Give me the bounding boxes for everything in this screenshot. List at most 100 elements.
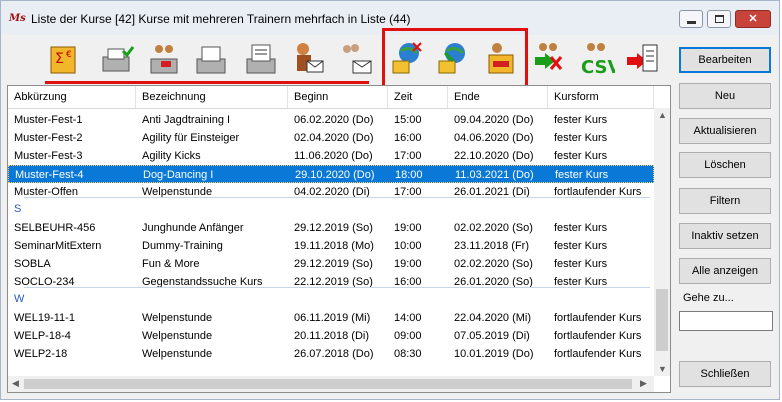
cell-abbreviation: WELP2-18: [14, 348, 68, 360]
new-button[interactable]: Neu: [679, 83, 771, 109]
course-list-window: Ms Liste der Kurse [42] Kurse mit mehrer…: [0, 0, 780, 400]
table-row[interactable]: SOCLO-234 Gegenstandssuche Kurs 22.12.2019…: [8, 273, 654, 291]
cell-start: 29.10.2020 (Do): [295, 169, 375, 181]
cell-end: 22.04.2020 (Mi): [454, 312, 532, 324]
scroll-right-icon[interactable]: ▶: [640, 378, 647, 389]
close-button[interactable]: Schließen: [679, 361, 771, 387]
vertical-scrollbar[interactable]: ▲ ▼: [654, 108, 670, 376]
cell-name: Agility für Einsteiger: [142, 132, 240, 144]
svg-text:Σ: Σ: [55, 51, 64, 67]
goto-label: Gehe zu...: [683, 292, 734, 304]
cell-time: 17:00: [394, 186, 422, 198]
cell-name: Agility Kicks: [142, 150, 201, 162]
cell-abbreviation: SELBEUHR-456: [14, 222, 96, 234]
cell-time: 16:00: [394, 276, 422, 288]
cell-course-type: fortlaufender Kurs: [554, 186, 642, 198]
cell-abbreviation: Muster-Fest-1: [14, 114, 83, 126]
cell-course-type: fester Kurs: [554, 258, 608, 270]
table-row[interactable]: Muster-Fest-2 Agility für Einsteiger 02.04…: [8, 129, 654, 147]
export-list-icon: [627, 44, 658, 72]
table-row[interactable]: SeminarMitExtern Dummy-Training 19.11.2018…: [8, 237, 654, 255]
vertical-scroll-thumb[interactable]: [656, 289, 668, 351]
table-row[interactable]: Muster-Offen Welpenstunde 04.02.2020 (Di) 1…: [8, 183, 654, 201]
printer-check-button[interactable]: [99, 39, 135, 79]
printer-people-button[interactable]: [147, 39, 183, 79]
filter-button[interactable]: Filtern: [679, 188, 771, 214]
cell-name: Welpenstunde: [142, 312, 213, 324]
table-row[interactable]: WELP2-18 Welpenstunde 26.07.2018 (Do) 08:30…: [8, 345, 654, 363]
scroll-down-icon[interactable]: ▼: [658, 364, 667, 374]
export-csv-icon: CSV: [581, 43, 622, 78]
column-header-course-type[interactable]: Kursform: [548, 86, 654, 108]
show-all-button[interactable]: Alle anzeigen: [679, 258, 771, 284]
cell-time: 14:00: [394, 312, 422, 324]
column-header-time[interactable]: Zeit: [388, 86, 448, 108]
export-excel-icon: [535, 43, 563, 70]
cell-course-type: fortlaufender Kurs: [554, 312, 642, 324]
cell-course-type: fester Kurs: [554, 222, 608, 234]
cell-start: 22.12.2019 (So): [294, 276, 373, 288]
person-mail-button[interactable]: [289, 39, 325, 79]
cell-end: 09.04.2020 (Do): [454, 114, 534, 126]
table-row-selected[interactable]: Muster-Fest-4 Dog-Dancing I 29.10.2020 (Do…: [8, 165, 654, 183]
table-row[interactable]: SELBEUHR-456 Junghunde Anfänger 29.12.2019…: [8, 219, 654, 237]
refresh-button[interactable]: Aktualisieren: [679, 118, 771, 144]
group-mail-button[interactable]: [337, 39, 373, 79]
table-row[interactable]: WEL19-11-1 Welpenstunde 06.11.2019 (Mi) 14:…: [8, 309, 654, 327]
horizontal-scrollbar[interactable]: ◀ ▶: [8, 376, 654, 392]
export-list-button[interactable]: [625, 39, 661, 79]
cell-course-type: fester Kurs: [555, 169, 609, 181]
highlight-box: [382, 28, 528, 89]
column-header-start[interactable]: Beginn: [288, 86, 388, 108]
cell-course-type: fester Kurs: [554, 240, 608, 252]
cell-course-type: fortlaufender Kurs: [554, 330, 642, 342]
minimize-icon: [687, 21, 696, 24]
cell-name: Anti Jagdtraining I: [142, 114, 231, 126]
group-header: W: [14, 293, 25, 305]
cell-abbreviation: Muster-Offen: [14, 186, 78, 198]
printer-icon: [196, 46, 226, 74]
cell-abbreviation: WELP-18-4: [14, 330, 71, 342]
cell-abbreviation: Muster-Fest-4: [15, 169, 84, 181]
maximize-icon: [715, 15, 724, 23]
csv-label: CSV: [581, 57, 615, 78]
set-inactive-button[interactable]: Inaktiv setzen: [679, 223, 771, 249]
horizontal-scroll-thumb[interactable]: [24, 379, 632, 389]
column-header-end[interactable]: Ende: [448, 86, 548, 108]
cell-course-type: fester Kurs: [554, 132, 608, 144]
goto-input[interactable]: [679, 311, 773, 331]
scroll-left-icon[interactable]: ◀: [12, 378, 19, 389]
cell-name: Dog-Dancing I: [143, 169, 214, 181]
printer-doc-button[interactable]: [243, 39, 279, 79]
minimize-button[interactable]: [679, 10, 703, 28]
maximize-button[interactable]: [707, 10, 731, 28]
cell-name: Welpenstunde: [142, 330, 213, 342]
export-csv-button[interactable]: CSV: [579, 39, 622, 79]
course-list[interactable]: Abkürzung Bezeichnung Beginn Zeit Ende Kursfo…: [7, 85, 671, 393]
cell-time: 10:00: [394, 240, 422, 252]
table-row[interactable]: Muster-Fest-3 Agility Kicks 11.06.2020 (Do…: [8, 147, 654, 165]
group-separator: [24, 287, 650, 288]
cell-name: Fun & More: [142, 258, 200, 270]
cell-end: 26.01.2021 (Di): [454, 186, 530, 198]
table-row[interactable]: SOBLA Fun & More 29.12.2019 (So) 19:00 02.02…: [8, 255, 654, 273]
cell-end: 10.01.2019 (Do): [454, 348, 534, 360]
column-header-abbreviation[interactable]: Abkürzung: [8, 86, 136, 108]
close-window-button[interactable]: ✕: [735, 10, 771, 28]
cell-end: 02.02.2020 (So): [454, 258, 533, 270]
table-row[interactable]: Muster-Fest-1 Anti Jagdtraining I 06.02.20…: [8, 111, 654, 129]
edit-button[interactable]: Bearbeiten: [679, 47, 771, 73]
table-row[interactable]: WELP-18-4 Welpenstunde 20.11.2018 (Di) 09:0…: [8, 327, 654, 345]
cell-end: 22.10.2020 (Do): [454, 150, 534, 162]
cell-abbreviation: SOCLO-234: [14, 276, 75, 288]
sum-euro-icon: Σ €: [50, 46, 76, 74]
close-icon: ✕: [748, 13, 758, 25]
cell-start: 19.11.2018 (Mo): [294, 240, 374, 252]
cell-abbreviation: WEL19-11-1: [14, 312, 75, 324]
delete-button[interactable]: Löschen: [679, 152, 771, 178]
export-excel-button[interactable]: [531, 39, 567, 79]
column-header-name[interactable]: Bezeichnung: [136, 86, 288, 108]
scroll-up-icon[interactable]: ▲: [658, 110, 667, 120]
printer-button[interactable]: [193, 39, 229, 79]
sum-euro-button[interactable]: Σ €: [45, 39, 81, 79]
